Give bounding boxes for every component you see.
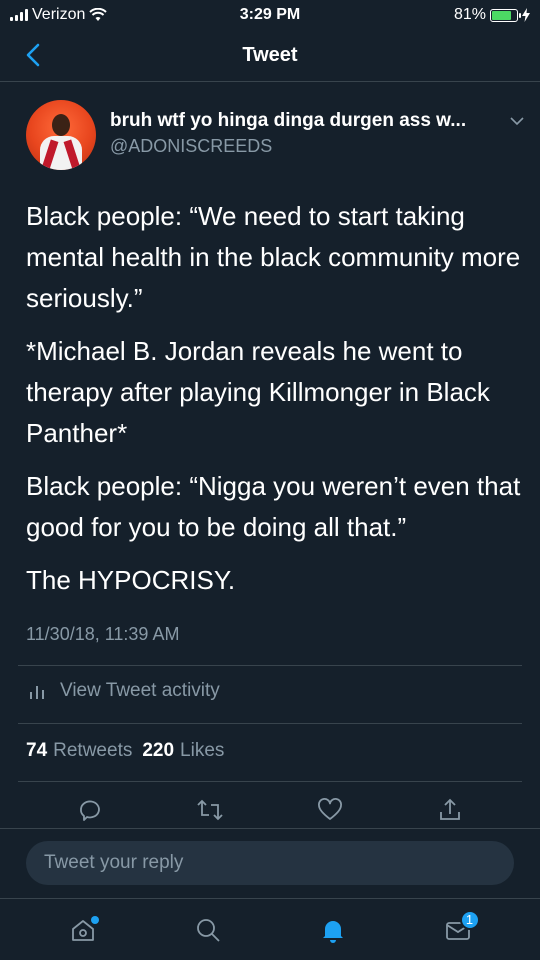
share-button[interactable] (430, 790, 470, 830)
bar-chart-icon (30, 686, 44, 699)
author-info: bruh wtf yo hinga dinga durgen ass w... … (110, 110, 526, 157)
chevron-down-icon[interactable] (508, 112, 526, 130)
carrier-name: Verizon (32, 6, 86, 23)
retweets-stat[interactable]: 74 Retweets (26, 740, 132, 762)
battery-info: 81% (454, 6, 530, 24)
avatar[interactable] (26, 100, 96, 170)
battery-icon (490, 8, 521, 22)
heart-icon (318, 798, 342, 820)
tab-notifications[interactable] (311, 908, 355, 952)
search-icon (196, 918, 220, 942)
divider (18, 781, 522, 782)
page-title: Tweet (242, 44, 298, 66)
display-name[interactable]: bruh wtf yo hinga dinga durgen ass w... (110, 110, 466, 132)
retweet-button[interactable] (190, 790, 230, 830)
battery-percent: 81% (453, 6, 486, 23)
tweet-author: bruh wtf yo hinga dinga durgen ass w... … (26, 100, 526, 170)
bell-icon (322, 920, 343, 943)
tweet-timestamp: 11/30/18, 11:39 AM (26, 624, 180, 644)
messages-badge: 1 (459, 909, 480, 930)
retweets-count: 74 (26, 740, 48, 761)
reply-input[interactable] (26, 841, 514, 885)
tweet-stats: 74 Retweets 220 Likes (26, 740, 224, 762)
reply-icon (80, 800, 100, 821)
wifi-icon (89, 8, 108, 21)
status-bar: Verizon 3:29 PM 81% (0, 0, 540, 30)
user-handle[interactable]: @ADONISCREEDS (110, 136, 526, 157)
retweet-icon (197, 799, 223, 821)
back-button[interactable] (18, 40, 48, 70)
chevron-left-icon (26, 43, 40, 67)
new-content-dot (90, 915, 99, 924)
reply-bar (0, 828, 540, 898)
tab-bar: 1 (0, 898, 540, 960)
nav-bar: Tweet (0, 30, 540, 82)
carrier-info: Verizon (10, 6, 108, 24)
tweet-text: Black people: “We need to start taking m… (26, 196, 526, 613)
activity-label: View Tweet activity (60, 680, 220, 701)
tab-home[interactable] (61, 908, 105, 952)
likes-count: 220 (142, 740, 175, 761)
tweet-actions (0, 790, 540, 830)
tab-messages[interactable]: 1 (436, 908, 480, 952)
share-icon (440, 798, 460, 820)
like-button[interactable] (310, 790, 350, 830)
reply-button[interactable] (70, 790, 110, 830)
divider (18, 723, 522, 724)
tweet-paragraph: *Michael B. Jordan reveals he went to th… (26, 336, 490, 448)
tweet-paragraph: The HYPOCRISY. (26, 565, 236, 595)
signal-icon (10, 9, 28, 21)
tab-search[interactable] (186, 908, 230, 952)
tweet-paragraph: Black people: “Nigga you weren’t even th… (26, 471, 521, 542)
charging-bolt-icon (522, 8, 530, 22)
divider (18, 665, 522, 666)
view-tweet-activity[interactable]: View Tweet activity (28, 680, 220, 702)
likes-label: Likes (180, 740, 225, 761)
retweets-label: Retweets (53, 740, 133, 761)
likes-stat[interactable]: 220 Likes (142, 740, 224, 762)
tweet-paragraph: Black people: “We need to start taking m… (26, 201, 521, 313)
